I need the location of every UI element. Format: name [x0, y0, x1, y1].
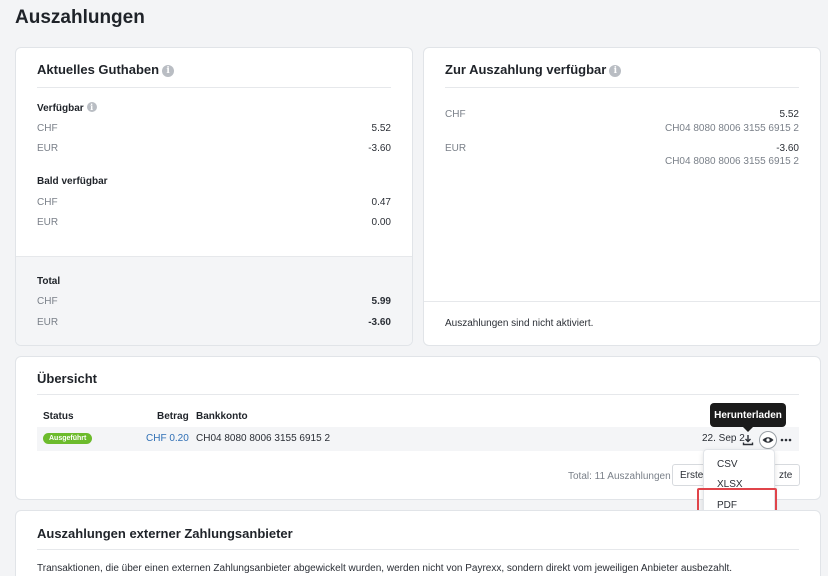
available-chf-label: CHF [37, 123, 58, 134]
payout-chf-iban: CH04 8080 8006 3155 6915 2 [664, 123, 799, 134]
info-icon[interactable]: i [162, 65, 175, 77]
total-section: Total CHF 5.99 EUR -3.60 [16, 256, 412, 345]
account-cell: CH04 8080 8006 3155 6915 2 [196, 433, 331, 444]
overview-card: Übersicht Status Betrag Bankkonto Ausgef… [15, 356, 821, 500]
column-account: Bankkonto [196, 411, 248, 422]
view-button[interactable] [759, 431, 777, 449]
download-tooltip: Herunterladen [710, 403, 786, 432]
external-description: Transaktionen, die über einen externen Z… [37, 563, 733, 574]
soon-eur-value: 0.00 [371, 217, 391, 228]
available-chf-value: 5.52 [371, 123, 391, 134]
soon-chf-value: 0.47 [371, 197, 391, 208]
info-icon[interactable]: i [609, 65, 622, 77]
soon-label: Bald verfügbar [37, 176, 108, 187]
soon-eur-label: EUR [37, 217, 59, 228]
total-label: Total [37, 276, 61, 287]
payout-card-title: Zur Auszahlung verfügbar i [445, 62, 622, 77]
balance-card-title: Aktuelles Guthaben i [37, 62, 175, 77]
payout-eur-iban: CH04 8080 8006 3155 6915 2 [664, 156, 799, 167]
more-button[interactable] [778, 432, 794, 448]
payout-available-card: Zur Auszahlung verfügbar i CHF 5.52 CH04 … [423, 47, 821, 346]
total-eur-value: -3.60 [368, 317, 391, 328]
soon-chf-label: CHF [37, 197, 58, 208]
overview-title: Übersicht [37, 371, 97, 386]
more-horizontal-icon [780, 438, 792, 442]
payout-eur-value: -3.60 [776, 143, 799, 154]
pager-total: Total: 11 Auszahlungen [568, 471, 671, 482]
payout-footer: Auszahlungen sind nicht aktiviert. [424, 301, 820, 345]
payout-eur-label: EUR [445, 143, 467, 154]
available-label: Verfügbar i [37, 102, 97, 114]
column-status: Status [43, 411, 74, 422]
pager-last-button[interactable]: zte [773, 464, 800, 486]
amount-link[interactable]: CHF 0.20 [146, 433, 189, 444]
menu-item-csv[interactable]: CSV [717, 459, 738, 470]
total-eur-label: EUR [37, 317, 59, 328]
info-icon[interactable]: i [86, 102, 97, 112]
available-eur-label: EUR [37, 143, 59, 154]
total-chf-value: 5.99 [371, 296, 391, 307]
external-title: Auszahlungen externer Zahlungsanbieter [37, 526, 293, 541]
page-title: Auszahlungen [15, 7, 145, 28]
download-button[interactable] [740, 432, 756, 448]
date-cell: 22. Sep 2 [702, 433, 745, 444]
payout-chf-value: 5.52 [779, 109, 799, 120]
payout-disabled-text: Auszahlungen sind nicht aktiviert. [445, 318, 594, 329]
available-eur-value: -3.60 [368, 143, 391, 154]
balance-card: Aktuelles Guthaben i Verfügbar i CHF 5.52 … [15, 47, 413, 346]
eye-icon [762, 437, 774, 443]
column-amount: Betrag [157, 411, 189, 422]
total-chf-label: CHF [37, 296, 58, 307]
download-icon [742, 435, 754, 446]
payout-chf-label: CHF [445, 109, 466, 120]
external-card: Auszahlungen externer Zahlungsanbieter T… [15, 510, 821, 576]
status-badge: Ausgeführt [43, 433, 93, 444]
